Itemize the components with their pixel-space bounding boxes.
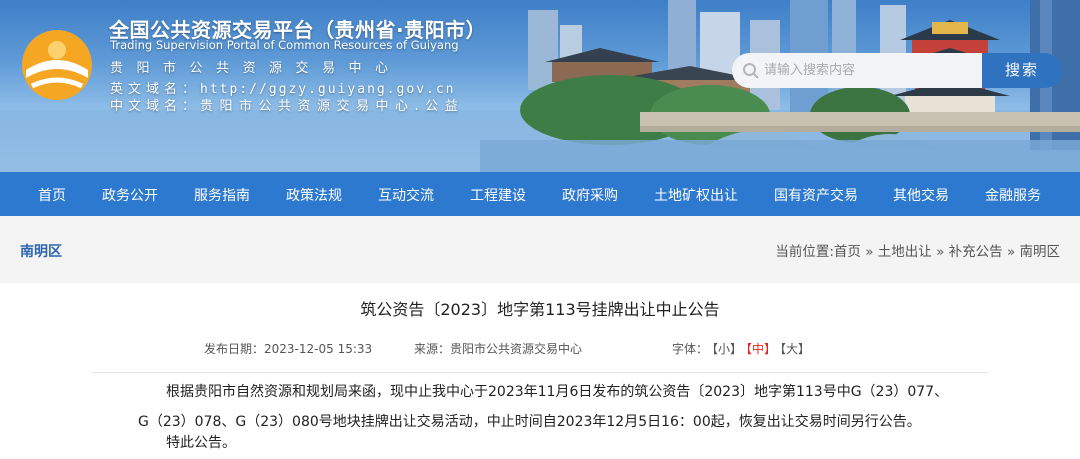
breadcrumb-prefix: 当前位置: [775,244,834,260]
search-box [732,53,982,88]
publish-date-value: 2023-12-05 15:33 [264,342,373,356]
nav-item-policies[interactable]: 政策法规 [286,185,342,205]
article-body: 根据贵阳市自然资源和规划局来函，现中止我中心于2023年11月6日发布的筑公资告… [138,384,949,430]
publish-date-label: 发布日期： [204,342,265,356]
nav-item-financial[interactable]: 金融服务 [985,185,1041,205]
nav-item-government-affairs[interactable]: 政务公开 [102,185,158,205]
divider [92,372,988,373]
article-closing: 特此公告。 [166,435,236,451]
search-icon [743,63,759,79]
publish-date: 发布日期：2023-12-05 15:33 [204,340,372,357]
header-banner: 全国公共资源交易平台（贵州省·贵阳市） Trading Supervision … [0,0,1080,172]
breadcrumb-area[interactable]: 南明区 [1020,244,1061,260]
main-nav: 首页 政务公开 服务指南 政策法规 互动交流 工程建设 政府采购 土地矿权出让 … [0,172,1080,216]
font-large-button[interactable]: 【大】 [780,342,810,356]
source-label: 来源： [414,342,451,356]
search-button[interactable]: 搜索 [982,53,1062,88]
nav-item-interaction[interactable]: 互动交流 [378,185,434,205]
cn-domain-line: 中文域名：贵阳市公共资源交易中心.公益 [110,95,464,114]
nav-item-engineering[interactable]: 工程建设 [470,185,526,205]
breadcrumb: 当前位置:首页 » 土地出让 » 补充公告 » 南明区 [775,240,1060,260]
nav-item-home[interactable]: 首页 [38,185,66,205]
breadcrumb-separator: » [936,244,945,260]
nav-item-service-guide[interactable]: 服务指南 [194,185,250,205]
nav-item-procurement[interactable]: 政府采购 [562,185,618,205]
cn-domain-label: 中文域名： [110,99,201,114]
breadcrumb-supplement[interactable]: 补充公告 [949,244,1003,260]
font-size-label: 字体： [672,342,709,356]
breadcrumb-home[interactable]: 首页 [834,244,861,260]
site-logo-icon[interactable] [20,28,94,102]
breadcrumb-separator: » [865,244,874,260]
center-name: 贵阳市公共资源交易中心 [110,61,402,76]
site-title-en: Trading Supervision Portal of Common Res… [110,38,459,52]
source: 来源：贵阳市公共资源交易中心 [414,340,582,357]
area-title: 南明区 [20,244,62,260]
nav-item-state-assets[interactable]: 国有资产交易 [774,185,858,205]
nav-item-land-mining[interactable]: 土地矿权出让 [654,185,738,205]
location-bar: 南明区 当前位置:首页 » 土地出让 » 补充公告 » 南明区 [0,216,1080,283]
cn-domain-value: 贵阳市公共资源交易中心.公益 [200,99,465,114]
breadcrumb-separator: » [1006,244,1016,260]
nav-item-other-trading[interactable]: 其他交易 [893,185,949,205]
breadcrumb-land[interactable]: 土地出让 [878,244,932,260]
font-size-switcher: 字体： 【小】 【中】 【大】 [672,340,810,357]
source-value: 贵阳市公共资源交易中心 [450,342,583,356]
article-title: 筑公资告〔2023〕地字第113号挂牌出让中止公告 [360,300,720,319]
search-input[interactable] [764,53,974,88]
font-small-button[interactable]: 【小】 [712,342,742,356]
font-medium-button[interactable]: 【中】 [746,342,776,356]
